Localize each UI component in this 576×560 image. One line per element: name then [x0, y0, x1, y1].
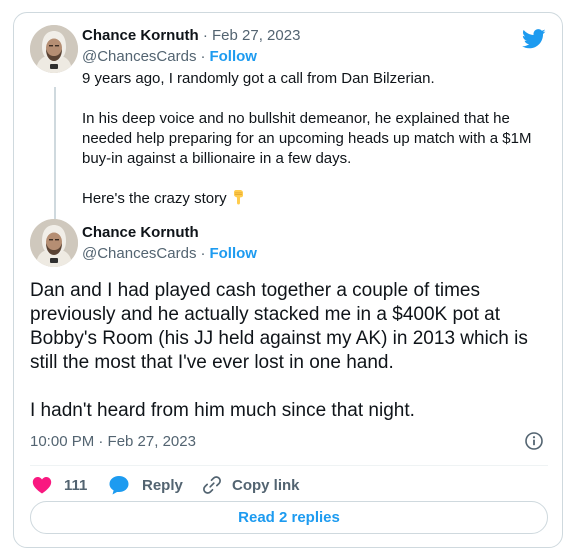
- point-down-icon: [233, 190, 243, 205]
- author-name[interactable]: Chance Kornuth: [82, 27, 199, 44]
- separator-dot: ·: [200, 245, 206, 262]
- info-icon[interactable]: [524, 431, 544, 451]
- tweet-date[interactable]: Feb 27, 2023: [212, 27, 300, 44]
- like-count: 111: [64, 476, 88, 494]
- separator-dot: ·: [200, 48, 206, 65]
- divider: [30, 465, 548, 466]
- follow-link[interactable]: Follow: [209, 48, 257, 65]
- tweet-paragraph: 9 years ago, I randomly got a call from …: [82, 70, 435, 87]
- tweet-paragraph: In his deep voice and no bullshit demean…: [82, 110, 532, 167]
- copy-link-label: Copy link: [232, 476, 300, 494]
- like-button[interactable]: 111: [32, 473, 87, 497]
- reply-label: Reply: [142, 476, 183, 494]
- tweet-timestamp[interactable]: 10:00 PM · Feb 27, 2023: [30, 433, 196, 450]
- quoted-handle-line: @ChancesCards · Follow: [82, 48, 257, 65]
- link-icon: [203, 476, 221, 494]
- reply-button[interactable]: Reply: [108, 473, 183, 497]
- reply-bubble-icon: [109, 476, 129, 495]
- twitter-bird-icon[interactable]: [522, 29, 546, 49]
- main-handle-line: @ChancesCards · Follow: [82, 245, 257, 262]
- main-tweet-text: Dan and I had played cash together a cou…: [30, 279, 550, 423]
- quoted-author-line: Chance Kornuth · Feb 27, 2023: [82, 27, 301, 44]
- copy-link-button[interactable]: Copy link: [202, 473, 300, 497]
- heart-icon: [32, 477, 52, 494]
- tweet-embed-card: Chance Kornuth · Feb 27, 2023 @ChancesCa…: [13, 12, 563, 548]
- tweet-paragraph: I hadn't heard from him much since that …: [30, 400, 415, 421]
- tweet-paragraph: Here's the crazy story: [82, 189, 552, 209]
- author-handle[interactable]: @ChancesCards: [82, 245, 196, 262]
- read-replies-button[interactable]: Read 2 replies: [30, 501, 548, 534]
- tweet-paragraph: Dan and I had played cash together a cou…: [30, 280, 528, 373]
- follow-link[interactable]: Follow: [209, 245, 257, 262]
- author-avatar[interactable]: [30, 219, 78, 267]
- author-avatar[interactable]: [30, 25, 78, 73]
- author-name[interactable]: Chance Kornuth: [82, 224, 199, 241]
- thread-connector-line: [54, 87, 56, 219]
- author-handle[interactable]: @ChancesCards: [82, 48, 196, 65]
- quoted-tweet-text: 9 years ago, I randomly got a call from …: [82, 69, 552, 209]
